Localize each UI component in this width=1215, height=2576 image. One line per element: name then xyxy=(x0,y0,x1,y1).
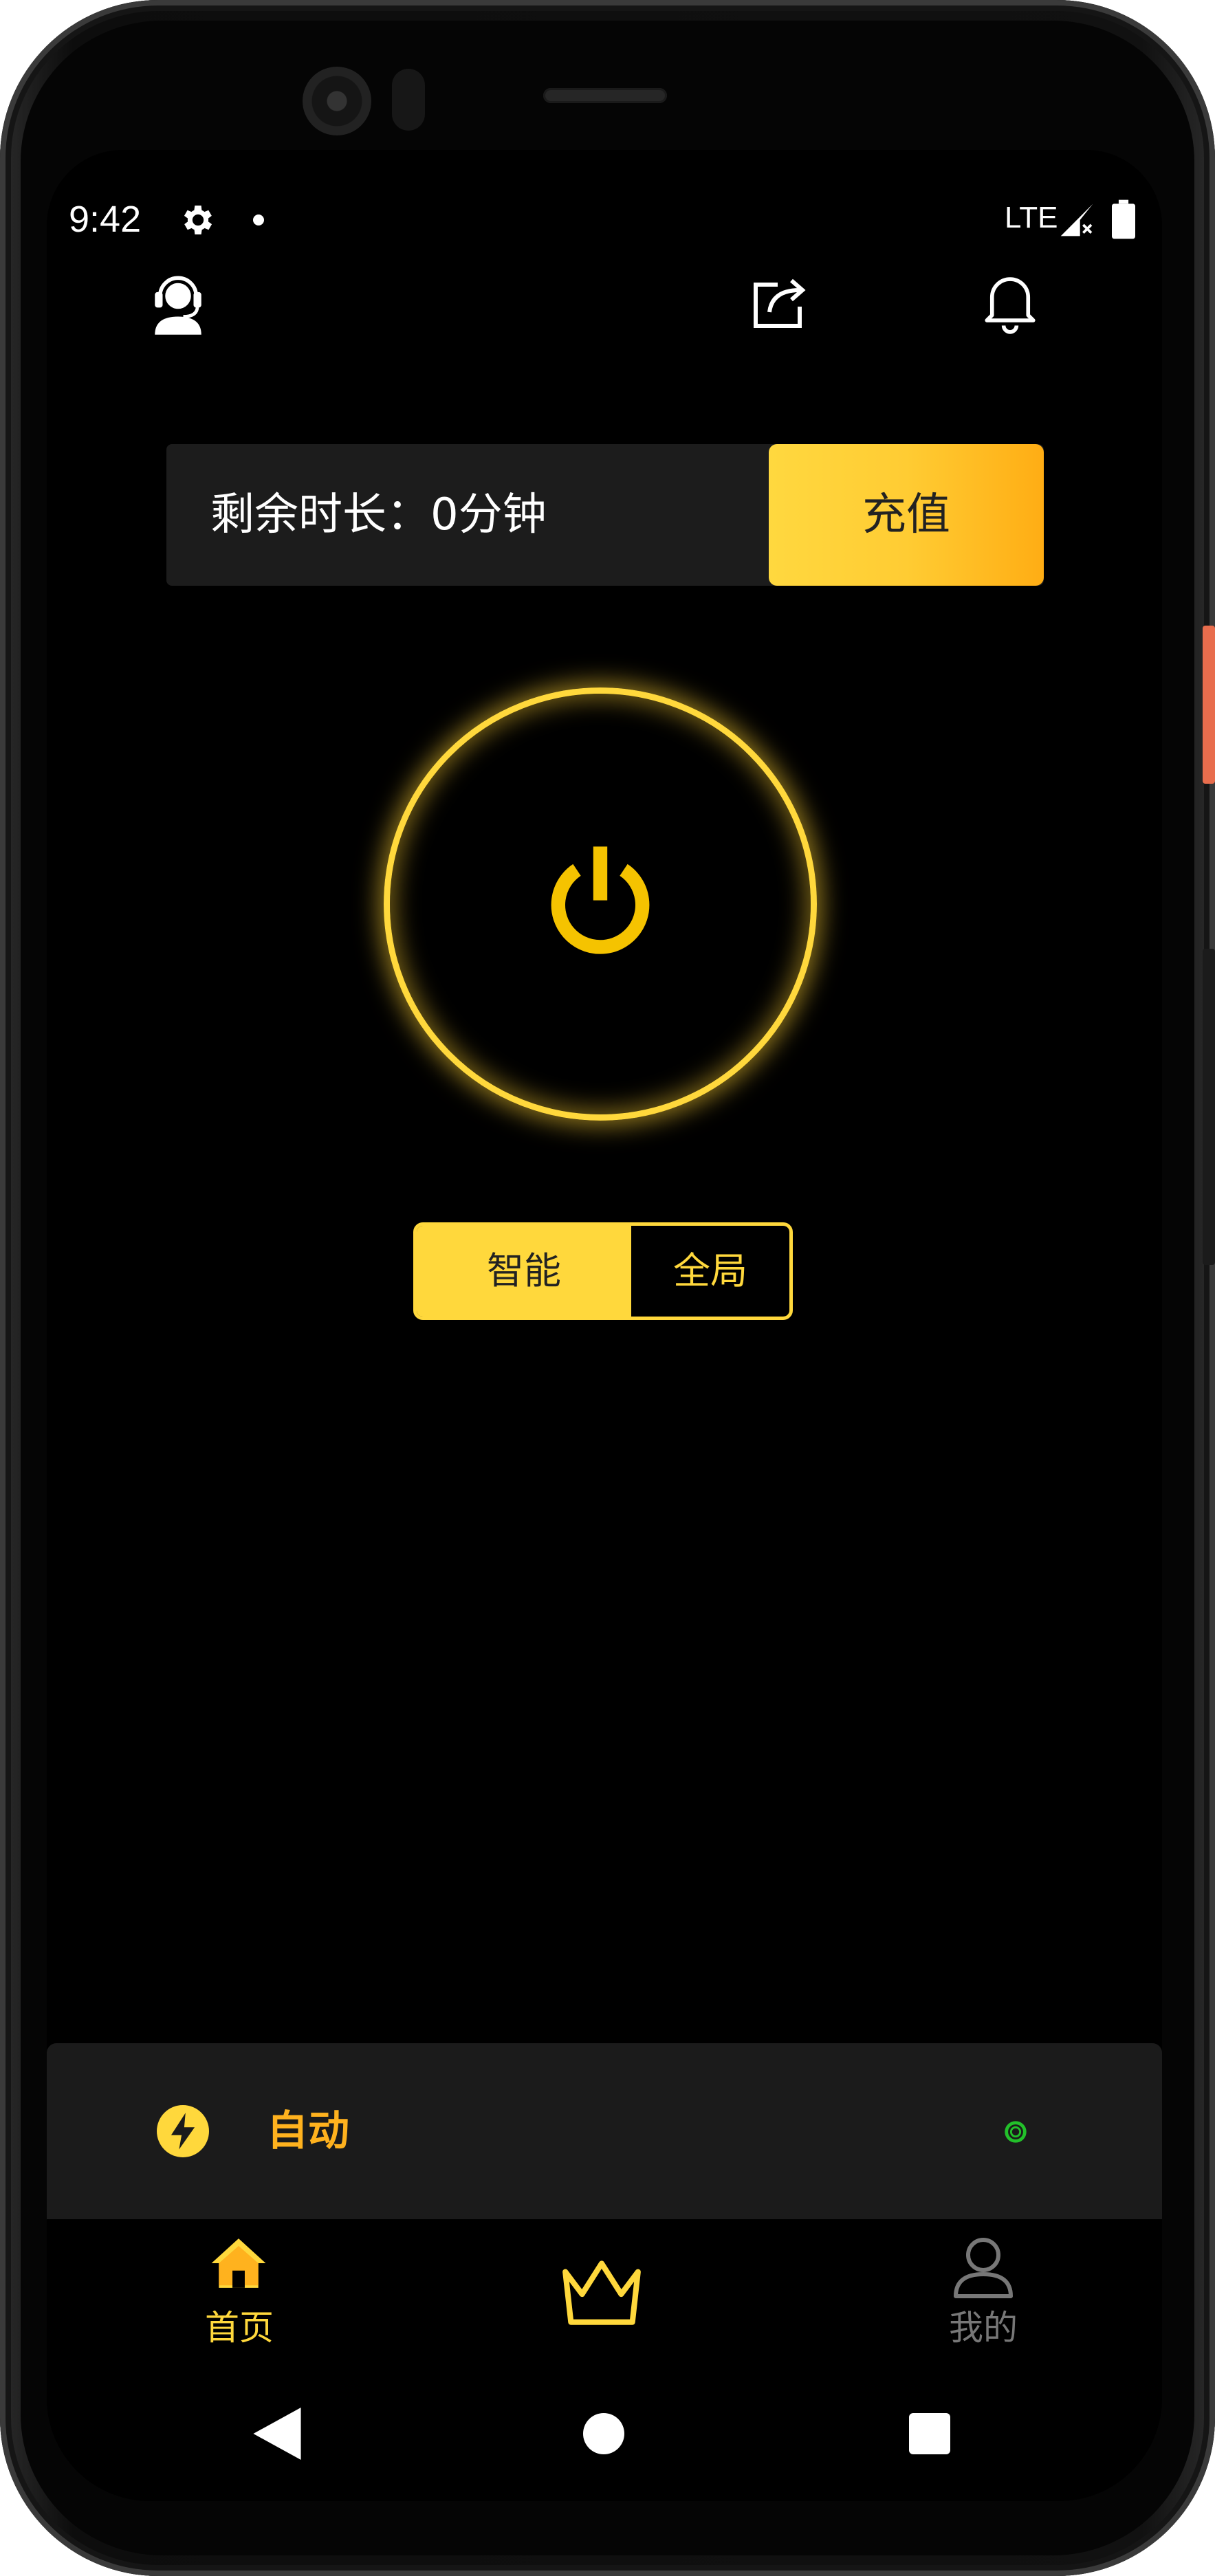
status-ring-icon xyxy=(1005,2121,1027,2143)
auto-route-bar[interactable]: 自动 xyxy=(47,2043,1162,2219)
remaining-time-label: 剩余时长：0分钟 xyxy=(210,489,547,540)
signal-icon xyxy=(1060,203,1093,236)
app-screen: 9:42 LTE 剩余时长：0分钟 充值 智能 全局 自动 首页 我的 xyxy=(47,150,1162,2501)
nav-item-me[interactable]: 我的 xyxy=(928,2219,1038,2364)
recent-apps-button[interactable] xyxy=(909,2413,950,2454)
status-time: 9:42 xyxy=(69,199,142,240)
nav-item-home[interactable]: 首页 xyxy=(184,2219,294,2364)
user-icon xyxy=(954,2238,1013,2298)
bell-icon[interactable] xyxy=(979,265,1041,334)
crown-icon[interactable] xyxy=(557,2252,646,2328)
volume-side-button xyxy=(1203,949,1215,1265)
front-camera xyxy=(303,67,371,135)
auto-route-label: 自动 xyxy=(267,2107,349,2155)
power-side-button xyxy=(1203,626,1215,784)
battery-icon xyxy=(1112,199,1135,239)
network-type: LTE xyxy=(1005,201,1058,234)
nav-home-label: 首页 xyxy=(205,2308,274,2348)
proximity-sensor xyxy=(392,69,425,131)
nav-me-label: 我的 xyxy=(949,2308,1018,2348)
gear-icon xyxy=(184,206,212,234)
bottom-navigation: 首页 我的 xyxy=(47,2219,1162,2364)
share-icon[interactable] xyxy=(747,268,813,334)
power-icon xyxy=(551,846,650,954)
back-icon[interactable] xyxy=(253,2408,301,2460)
home-icon xyxy=(211,2238,266,2288)
customer-service-icon[interactable] xyxy=(147,267,209,335)
mode-global-option[interactable]: 全局 xyxy=(631,1226,789,1317)
recharge-button[interactable]: 充值 xyxy=(769,444,1044,586)
system-navigation-bar xyxy=(47,2364,1162,2501)
system-home-button[interactable] xyxy=(583,2413,624,2454)
mode-smart-option[interactable]: 智能 xyxy=(417,1226,631,1317)
remaining-time-bar: 剩余时长：0分钟 充值 xyxy=(166,444,1044,586)
notification-dot xyxy=(253,214,264,225)
earpiece-speaker xyxy=(543,88,667,103)
lightning-icon xyxy=(157,2105,209,2157)
mode-toggle: 智能 全局 xyxy=(413,1222,793,1320)
